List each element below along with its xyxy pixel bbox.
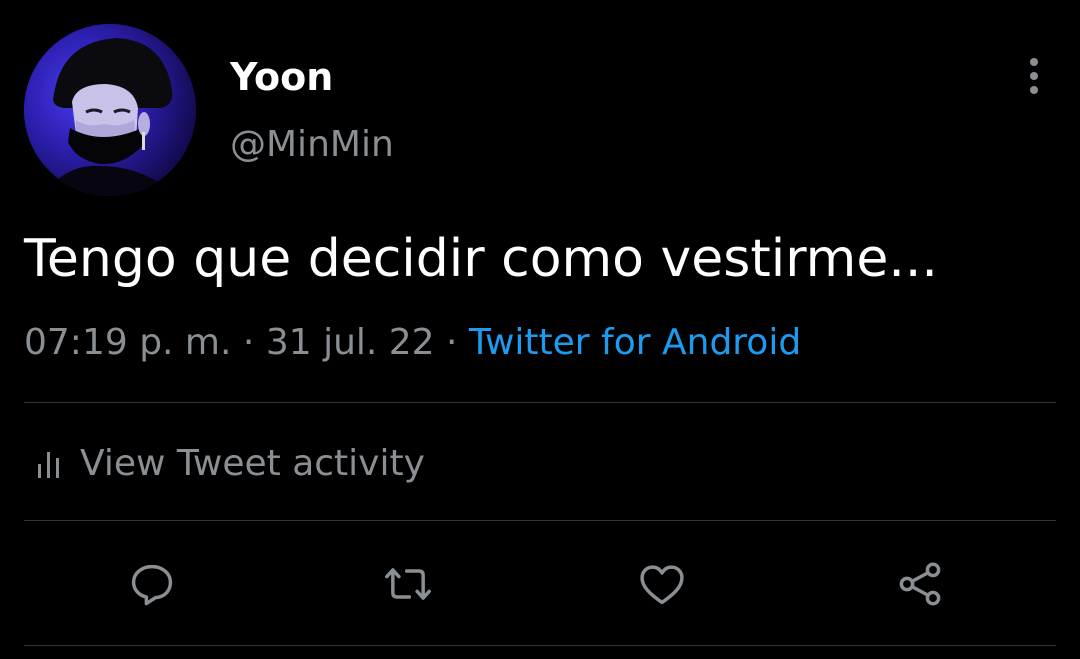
tweet-date[interactable]: 31 jul. 22 <box>266 322 435 363</box>
retweet-icon <box>385 568 431 600</box>
more-options-button[interactable] <box>1014 52 1054 100</box>
tweet-time[interactable]: 07:19 p. m. <box>24 322 231 363</box>
meta-separator: · <box>446 322 458 363</box>
view-tweet-activity-label: View Tweet activity <box>80 442 425 484</box>
reply-icon <box>131 564 173 606</box>
bar-chart-icon <box>38 452 59 478</box>
divider <box>24 402 1056 403</box>
author-display-name[interactable]: Yoon <box>230 52 333 102</box>
divider <box>24 520 1056 521</box>
share-icon <box>899 562 941 606</box>
tweet-source-link[interactable]: Twitter for Android <box>469 322 801 363</box>
meta-separator: · <box>242 322 255 363</box>
share-button[interactable] <box>892 556 948 612</box>
author-handle[interactable]: @MinMin <box>230 120 394 170</box>
tweet-text: Tengo que decidir como vestirme... <box>24 229 938 289</box>
avatar-image <box>24 24 196 196</box>
reply-button[interactable] <box>124 556 180 612</box>
like-button[interactable] <box>634 556 690 612</box>
tweet-detail: Yoon @MinMin Tengo que decidir como vest… <box>0 0 1080 659</box>
tweet-meta: 07:19 p. m. · 31 jul. 22 · Twitter for A… <box>24 318 801 368</box>
retweet-button[interactable] <box>380 556 436 612</box>
avatar[interactable] <box>24 24 196 196</box>
divider <box>24 645 1056 646</box>
more-vertical-icon <box>1030 72 1038 80</box>
more-vertical-icon <box>1030 58 1038 66</box>
more-vertical-icon <box>1030 86 1038 94</box>
view-tweet-activity-button[interactable]: View Tweet activity <box>36 436 425 490</box>
heart-icon <box>640 565 684 605</box>
